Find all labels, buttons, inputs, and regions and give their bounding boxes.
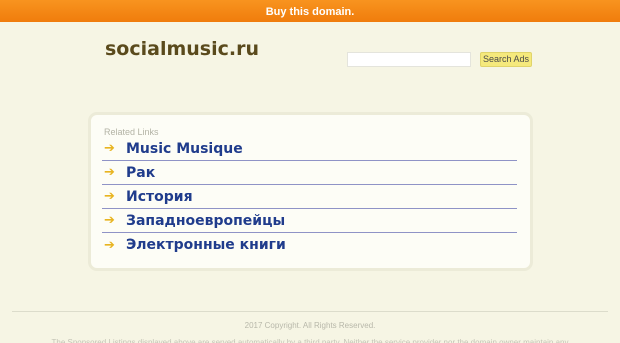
domain-title: socialmusic.ru (105, 38, 259, 60)
related-link[interactable]: Электронные книги (126, 237, 286, 253)
arrow-right-icon: ➔ (104, 237, 115, 253)
related-link[interactable]: Music Musique (126, 141, 243, 157)
related-link[interactable]: Западноевропейцы (126, 213, 285, 229)
related-link-item[interactable]: ➔ Music Musique (102, 137, 517, 161)
related-link-item[interactable]: ➔ Западноевропейцы (102, 209, 517, 233)
arrow-right-icon: ➔ (104, 141, 115, 156)
related-links-box: Related Links ➔ Music Musique ➔ Рак ➔ Ис… (88, 112, 533, 271)
related-link-item[interactable]: ➔ Электронные книги (102, 233, 517, 257)
related-links-list: ➔ Music Musique ➔ Рак ➔ История ➔ Западн… (102, 137, 517, 257)
arrow-right-icon: ➔ (104, 165, 115, 180)
related-links-heading: Related Links (104, 127, 159, 137)
related-link[interactable]: Рак (126, 165, 155, 181)
search-ads-button[interactable]: Search Ads (480, 52, 532, 67)
buy-domain-banner: Buy this domain. (0, 0, 620, 22)
related-link-item[interactable]: ➔ История (102, 185, 517, 209)
footer-divider (12, 311, 608, 312)
copyright-text: 2017 Copyright. All Rights Reserved. (244, 321, 376, 330)
buy-domain-link[interactable]: Buy this domain. (266, 1, 355, 23)
disclaimer-text: The Sponsored Listings displayed above a… (51, 338, 569, 343)
related-link[interactable]: История (126, 189, 193, 205)
search-input[interactable] (347, 52, 471, 67)
arrow-right-icon: ➔ (104, 213, 115, 228)
arrow-right-icon: ➔ (104, 189, 115, 204)
related-link-item[interactable]: ➔ Рак (102, 161, 517, 185)
